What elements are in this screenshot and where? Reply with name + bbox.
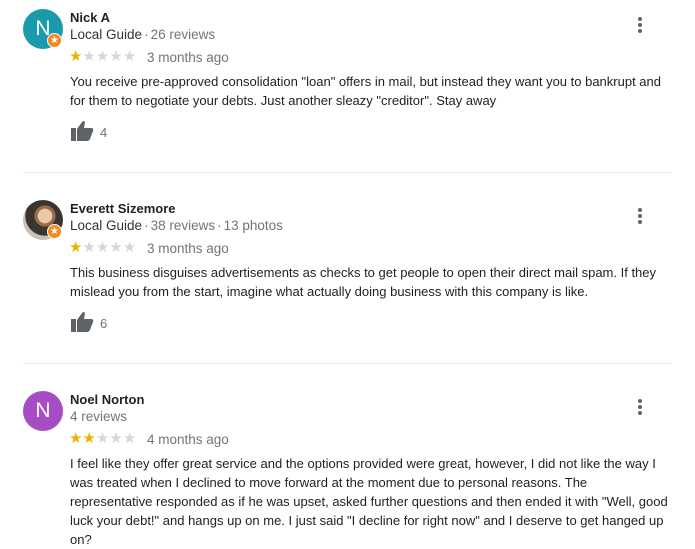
local-guide-star-icon: ★ bbox=[47, 33, 62, 48]
more-vertical-icon[interactable] bbox=[633, 399, 647, 417]
avatar-letter: N bbox=[35, 399, 51, 422]
star-icon: ★ bbox=[95, 48, 110, 65]
star-icon: ★ bbox=[95, 430, 110, 447]
star-icon: ★ bbox=[122, 48, 137, 65]
local-guide-label: Local Guide bbox=[70, 27, 143, 42]
review-date: 3 months ago bbox=[147, 241, 229, 256]
review-date: 4 months ago bbox=[147, 432, 229, 447]
like-count: 6 bbox=[100, 316, 108, 331]
star-icon: ★ bbox=[82, 48, 96, 65]
divider bbox=[23, 363, 672, 364]
review-date: 3 months ago bbox=[147, 50, 229, 65]
avatar[interactable]: N bbox=[23, 391, 63, 431]
thumbs-up-icon[interactable] bbox=[71, 120, 94, 141]
star-icon: ★ bbox=[95, 239, 110, 256]
star-icon: ★ bbox=[82, 239, 96, 256]
review-text: You receive pre-approved consolidation "… bbox=[70, 74, 661, 108]
reviews-count: 38 reviews bbox=[150, 218, 216, 233]
reviewer-meta: 4 reviews bbox=[70, 409, 127, 424]
star-icon: ★ bbox=[69, 430, 83, 447]
review-text: I feel like they offer great service and… bbox=[70, 456, 668, 547]
star-icon: ★ bbox=[69, 239, 83, 256]
star-rating: ★★★★★ bbox=[69, 240, 136, 256]
review-text: This business disguises advertisements a… bbox=[70, 265, 657, 299]
divider bbox=[23, 172, 672, 173]
reviewer-name[interactable]: Noel Norton bbox=[70, 392, 144, 407]
more-vertical-icon[interactable] bbox=[633, 17, 647, 35]
thumbs-up-icon[interactable] bbox=[71, 311, 94, 332]
reviews-count: 26 reviews bbox=[150, 27, 216, 42]
star-icon: ★ bbox=[122, 239, 137, 256]
reviewer-meta: Local Guide · 26 reviews bbox=[70, 27, 216, 42]
star-icon: ★ bbox=[109, 239, 123, 256]
star-icon: ★ bbox=[82, 430, 96, 447]
star-rating: ★★★★★ bbox=[69, 431, 136, 447]
star-icon: ★ bbox=[122, 430, 137, 447]
star-rating: ★★★★★ bbox=[69, 49, 136, 65]
reviews-count: 4 reviews bbox=[70, 409, 128, 424]
local-guide-star-icon: ★ bbox=[47, 224, 62, 239]
like-count: 4 bbox=[100, 125, 108, 140]
star-icon: ★ bbox=[69, 48, 83, 65]
star-icon: ★ bbox=[109, 430, 123, 447]
reviewer-meta: Local Guide · 38 reviews · 13 photos bbox=[70, 218, 283, 233]
reviewer-name[interactable]: Everett Sizemore bbox=[70, 201, 176, 216]
star-icon: ★ bbox=[109, 48, 123, 65]
local-guide-label: Local Guide bbox=[70, 218, 143, 233]
reviewer-name[interactable]: Nick A bbox=[70, 10, 110, 25]
photos-count: 13 photos bbox=[223, 218, 283, 233]
more-vertical-icon[interactable] bbox=[633, 208, 647, 226]
